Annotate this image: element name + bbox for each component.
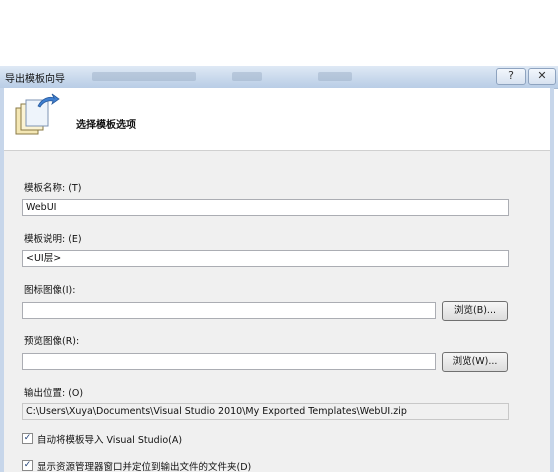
auto-import-label[interactable]: 自动将模板导入 Visual Studio(A) <box>37 432 182 446</box>
page-title: 选择模板选项 <box>76 120 136 131</box>
template-description-input[interactable]: <UI层> <box>22 250 509 267</box>
help-icon: ? <box>508 69 514 82</box>
background-blur <box>92 72 196 81</box>
icon-image-input[interactable] <box>22 302 436 319</box>
icon-image-label: 图标图像(I): <box>24 285 76 296</box>
checkmark-icon: ✓ <box>23 433 32 443</box>
title-bar[interactable]: 导出模板向导 ? ✕ <box>0 66 558 89</box>
output-location-label: 输出位置: (O) <box>24 388 84 399</box>
background-blur <box>318 72 352 81</box>
template-name-input[interactable]: WebUI <box>22 199 509 216</box>
preview-image-label: 预览图像(R): <box>24 336 80 347</box>
template-description-label: 模板说明: (E) <box>24 234 82 245</box>
browse-icon-button[interactable]: 浏览(B)... <box>442 301 508 321</box>
wizard-header: 选择模板选项 <box>4 88 550 151</box>
show-explorer-checkbox[interactable]: ✓ <box>22 460 33 471</box>
help-button[interactable]: ? <box>496 68 526 85</box>
template-name-label: 模板名称: (T) <box>24 183 82 194</box>
window-title: 导出模板向导 <box>5 74 65 85</box>
export-template-icon <box>15 93 60 135</box>
output-location-field: C:\Users\Xuya\Documents\Visual Studio 20… <box>22 403 509 420</box>
preview-image-input[interactable] <box>22 353 436 370</box>
auto-import-checkbox[interactable]: ✓ <box>22 433 33 444</box>
close-button[interactable]: ✕ <box>528 68 556 85</box>
background-blur <box>232 72 262 81</box>
browse-preview-button[interactable]: 浏览(W)... <box>442 352 508 372</box>
checkmark-icon: ✓ <box>23 460 32 470</box>
close-icon: ✕ <box>537 69 547 82</box>
show-explorer-label[interactable]: 显示资源管理器窗口并定位到输出文件的文件夹(D) <box>37 459 251 473</box>
